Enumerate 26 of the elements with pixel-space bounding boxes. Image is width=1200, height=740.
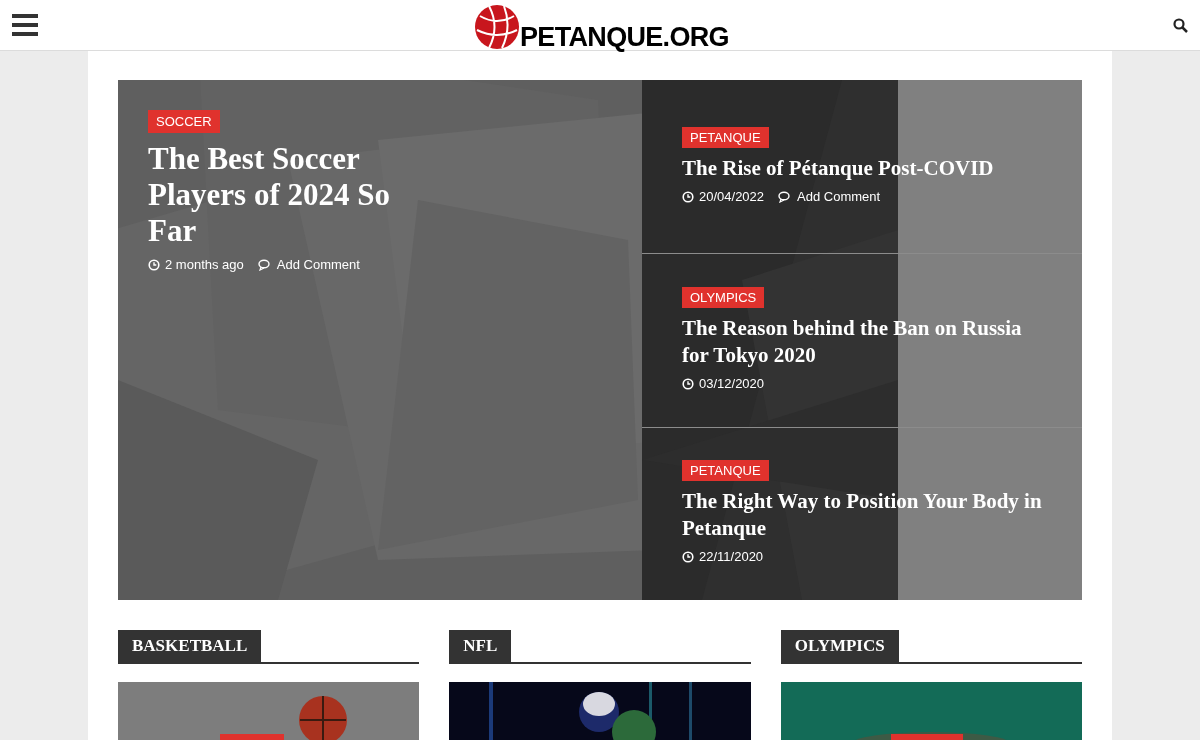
clock-icon bbox=[682, 190, 694, 203]
site-logo-text[interactable]: PETANQUE.ORG bbox=[520, 24, 729, 51]
category-tag[interactable]: PETANQUE bbox=[682, 460, 769, 482]
clock-icon bbox=[682, 551, 694, 564]
clock-icon bbox=[682, 377, 694, 390]
comment-link[interactable]: Add Comment bbox=[276, 255, 360, 275]
post-date: 03/12/2020 bbox=[699, 375, 765, 394]
featured-post[interactable]: SOCCER The Best Soccer Players of 2024 So Far 2 months ago Add Comment bbox=[118, 80, 642, 600]
category-tag[interactable]: PETANQUE bbox=[682, 126, 769, 148]
post-title[interactable]: The Right Way to Position Your Body in Petanque bbox=[682, 488, 1052, 543]
comment-link[interactable]: Add Comment bbox=[797, 186, 881, 207]
post-title[interactable]: The Best Soccer Players of 2024 So Far bbox=[148, 141, 418, 249]
search-icon[interactable] bbox=[1173, 17, 1188, 33]
post-date: 20/04/2022 bbox=[699, 187, 765, 206]
menu-icon[interactable] bbox=[12, 14, 38, 36]
section-heading[interactable]: NFL bbox=[449, 630, 512, 662]
side-post[interactable]: PETANQUE The Right Way to Position Your Body in Petanque 22/11/2020 bbox=[642, 426, 1082, 600]
section-heading[interactable]: BASKETBALL bbox=[118, 630, 262, 662]
comment-icon bbox=[257, 258, 272, 271]
comment-icon bbox=[778, 190, 793, 203]
clock-icon bbox=[148, 258, 160, 271]
category-tag[interactable]: SOCCER bbox=[148, 110, 220, 133]
section-heading[interactable]: OLYMPICS bbox=[780, 630, 899, 662]
post-date: 2 months ago bbox=[165, 256, 244, 274]
category-tag[interactable]: OLYMPICS bbox=[682, 287, 765, 309]
post-date: 22/11/2020 bbox=[699, 548, 764, 567]
